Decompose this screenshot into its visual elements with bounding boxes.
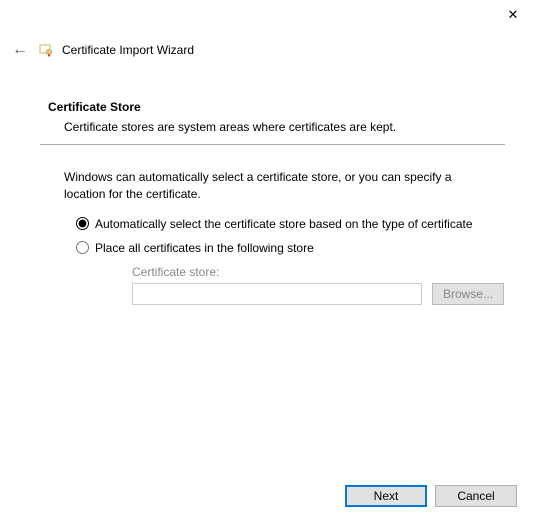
radio-manual-label[interactable]: Place all certificates in the following … xyxy=(95,241,314,255)
radio-auto-row: Automatically select the certificate sto… xyxy=(76,217,505,231)
radio-manual-row: Place all certificates in the following … xyxy=(76,241,505,255)
close-button[interactable]: ✕ xyxy=(501,3,525,27)
radio-manual[interactable] xyxy=(76,241,89,254)
cancel-button[interactable]: Cancel xyxy=(435,485,517,507)
store-section: Certificate store: Browse... xyxy=(132,265,505,305)
instructions-text: Windows can automatically select a certi… xyxy=(64,169,495,203)
store-input xyxy=(132,283,422,305)
radio-auto-label[interactable]: Automatically select the certificate sto… xyxy=(95,217,473,231)
store-row: Browse... xyxy=(132,283,505,305)
browse-button: Browse... xyxy=(432,283,504,305)
wizard-footer: Next Cancel xyxy=(345,485,517,507)
next-button[interactable]: Next xyxy=(345,485,427,507)
store-radio-group: Automatically select the certificate sto… xyxy=(76,217,505,305)
store-label: Certificate store: xyxy=(132,265,505,279)
wizard-title: Certificate Import Wizard xyxy=(62,43,194,57)
close-icon: ✕ xyxy=(508,7,519,23)
certificate-wizard-icon xyxy=(38,42,54,58)
divider xyxy=(40,144,505,145)
titlebar: ✕ xyxy=(501,0,535,30)
radio-auto[interactable] xyxy=(76,217,89,230)
section-title: Certificate Store xyxy=(48,100,505,114)
wizard-header: ← Certificate Import Wizard xyxy=(10,40,194,60)
back-arrow-icon: ← xyxy=(12,41,28,59)
back-button[interactable]: ← xyxy=(10,40,30,60)
wizard-content: Certificate Store Certificate stores are… xyxy=(40,100,505,305)
section-subtitle: Certificate stores are system areas wher… xyxy=(64,120,505,134)
